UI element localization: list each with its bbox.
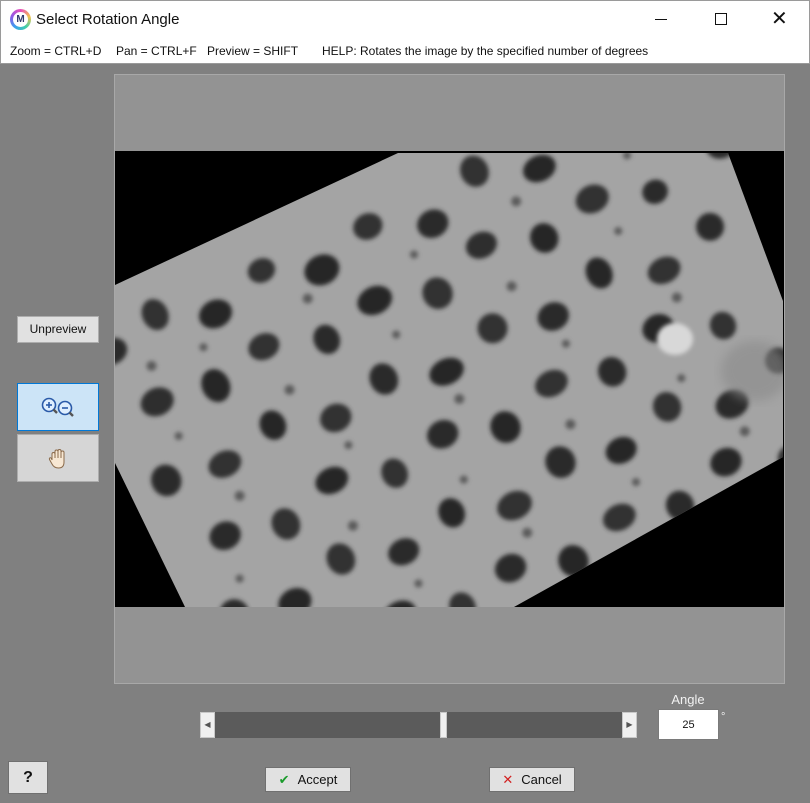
app-icon: M	[10, 9, 31, 30]
app-icon-letter: M	[13, 12, 28, 27]
rotated-micrograph-image	[115, 153, 783, 607]
maximize-button[interactable]	[691, 1, 751, 39]
cancel-button[interactable]: ✕ Cancel	[489, 767, 575, 792]
close-button[interactable]: ✕	[751, 1, 810, 39]
checkmark-icon: ✔	[278, 772, 290, 787]
accept-button[interactable]: ✔ Accept	[265, 767, 351, 792]
rotated-image-preview[interactable]	[115, 151, 784, 607]
window-title: Select Rotation Angle	[36, 11, 180, 28]
slider-thumb[interactable]	[439, 712, 447, 738]
minimize-button[interactable]	[631, 1, 691, 39]
close-icon: ✕	[771, 8, 788, 30]
hand-pan-icon	[48, 448, 65, 469]
zoom-tool-button[interactable]	[17, 383, 99, 431]
shortcut-hints-bar: Zoom = CTRL+D Pan = CTRL+F Preview = SHI…	[0, 38, 810, 64]
unpreview-button[interactable]: Unpreview	[17, 316, 99, 343]
pan-tool-button[interactable]	[17, 434, 99, 482]
slider-left-arrow[interactable]: ◀	[200, 712, 215, 738]
minimize-icon	[655, 19, 667, 20]
zoom-hint: Zoom = CTRL+D	[10, 44, 102, 58]
angle-unit: °	[721, 711, 726, 723]
slider-right-arrow[interactable]: ▶	[622, 712, 637, 738]
cancel-label: Cancel	[521, 772, 562, 787]
angle-label: Angle	[671, 692, 705, 707]
pan-hint: Pan = CTRL+F	[116, 44, 197, 58]
preview-hint: Preview = SHIFT	[207, 44, 299, 58]
zoom-in-out-icon	[41, 397, 74, 417]
maximize-icon	[715, 13, 727, 25]
cancel-x-icon: ✕	[502, 772, 514, 787]
title-bar: M Select Rotation Angle ✕	[0, 0, 810, 38]
help-hint: HELP: Rotates the image by the specified…	[322, 44, 649, 58]
angle-slider[interactable]: ◀ ▶	[200, 712, 637, 738]
help-button[interactable]: ?	[8, 761, 48, 794]
angle-input[interactable]	[658, 709, 719, 740]
accept-label: Accept	[297, 772, 338, 787]
